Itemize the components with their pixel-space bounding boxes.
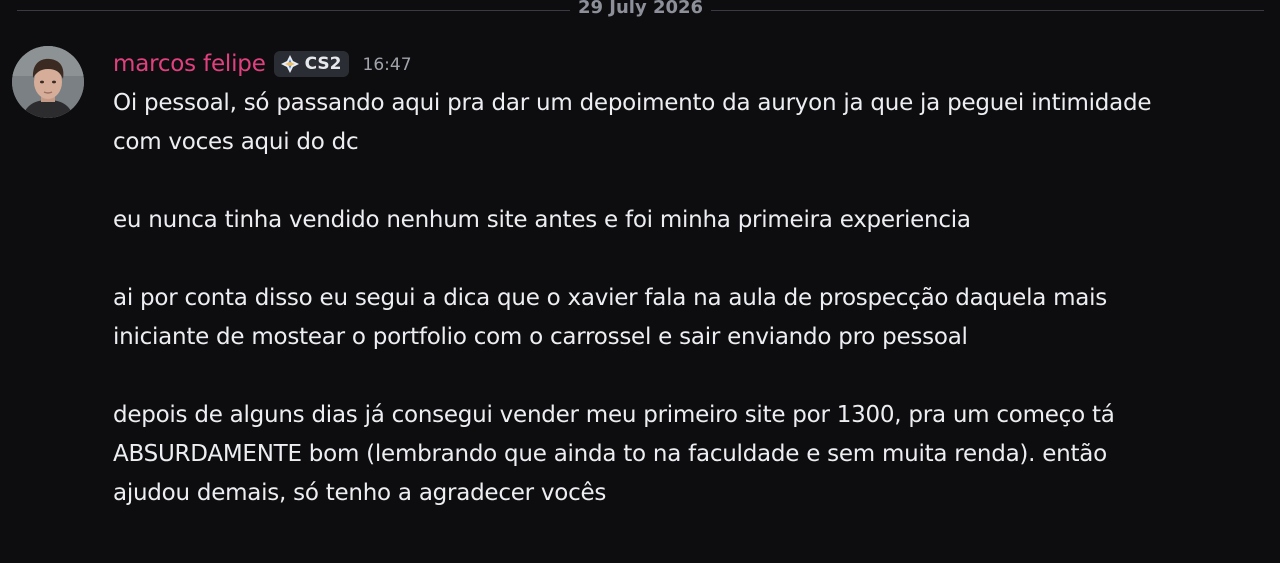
diamond-sparkle-icon — [280, 55, 299, 73]
message-body: Oi pessoal, só passando aqui pra dar um … — [113, 84, 1253, 513]
message-line: com voces aqui do dc — [113, 129, 359, 155]
date-label: 29 July 2026 — [577, 0, 704, 18]
message-line: ABSURDAMENTE bom (lembrando que ainda to… — [113, 441, 1107, 467]
message-line: iniciante de mostear o portfolio com o c… — [113, 324, 968, 350]
author-name[interactable]: marcos felipe — [113, 51, 266, 77]
message-line: ai por conta disso eu segui a dica que o… — [113, 285, 1107, 311]
avatar-photo — [12, 46, 84, 118]
divider-line-right — [711, 9, 1265, 11]
message-header: marcos felipe CS2 16:47 — [113, 47, 412, 81]
message-line: eu nunca tinha vendido nenhum site antes… — [113, 207, 971, 233]
message-line: depois de alguns dias já consegui vender… — [113, 402, 1115, 428]
avatar[interactable] — [12, 46, 84, 118]
server-tag-label: CS2 — [304, 54, 342, 74]
divider-line-left — [17, 9, 570, 11]
message-line: ajudou demais, só tenho a agradecer você… — [113, 480, 607, 506]
date-divider: 29 July 2026 — [17, 0, 1265, 20]
timestamp[interactable]: 16:47 — [363, 55, 412, 75]
message-line: Oi pessoal, só passando aqui pra dar um … — [113, 90, 1152, 116]
server-tag[interactable]: CS2 — [273, 51, 349, 77]
